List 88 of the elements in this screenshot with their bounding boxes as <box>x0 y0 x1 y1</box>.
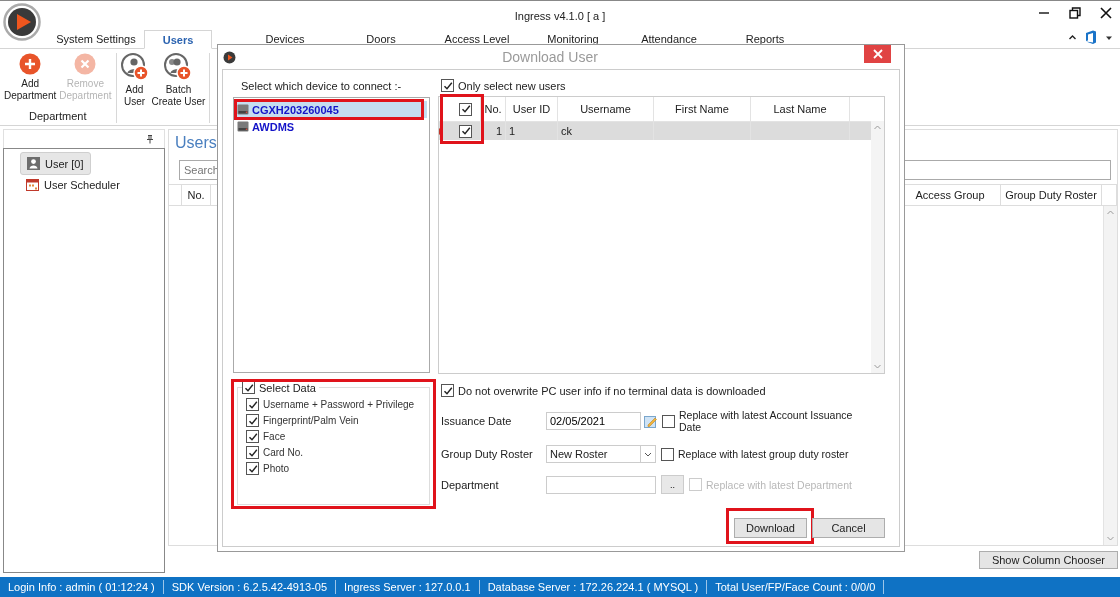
checkbox[interactable] <box>459 124 472 138</box>
download-button[interactable]: Download <box>734 518 807 538</box>
field-label: Issuance Date <box>440 415 513 427</box>
ribbon-tab[interactable]: Access Level <box>429 30 525 48</box>
row-indicator-icon <box>439 127 443 135</box>
column-header[interactable]: Last Name <box>751 97 850 121</box>
checkbox[interactable] <box>246 446 259 459</box>
office-icon[interactable] <box>1085 30 1097 45</box>
department-field[interactable] <box>546 475 656 494</box>
ribbon-button[interactable]: Add Department <box>3 53 58 110</box>
restore-icon[interactable] <box>1069 7 1081 19</box>
remove-icon <box>74 53 97 75</box>
calendar-icon <box>26 179 39 191</box>
logo-icon <box>3 3 41 41</box>
column-chooser-button[interactable]: Show Column Chooser <box>978 550 1118 569</box>
table-cell: 1 <box>506 122 558 140</box>
checkbox[interactable] <box>661 447 674 461</box>
option-label: Face <box>263 431 286 442</box>
option-label: Card No. <box>263 447 303 458</box>
device-item[interactable]: CGXH203260045 <box>236 101 427 118</box>
ribbon-tab[interactable]: Users <box>144 30 212 49</box>
navigation-item[interactable]: User [0] <box>20 152 91 175</box>
column-header[interactable]: Group Duty Roster <box>1001 185 1102 205</box>
checkbox-label: Only select new users <box>458 79 566 92</box>
field-label: Group Duty Roster <box>440 448 534 460</box>
column-header[interactable]: No. <box>481 97 506 121</box>
dropdown-icon[interactable] <box>1105 34 1113 41</box>
ribbon-button[interactable]: Batch Create User <box>150 53 207 123</box>
add-user-icon <box>120 53 149 81</box>
panel-title: Users <box>174 134 218 153</box>
ribbon-tab[interactable]: Devices <box>237 30 333 48</box>
checkbox[interactable] <box>441 384 454 397</box>
device-label: Select which device to connect :- <box>240 79 403 94</box>
window-title: Ingress v4.1.0 [ a ] <box>514 9 606 22</box>
status-item: Login Info : admin ( 01:12:24 ) <box>0 580 164 594</box>
close-icon <box>872 49 883 59</box>
ribbon-button[interactable]: Add User <box>119 53 150 123</box>
close-icon[interactable] <box>1100 7 1112 19</box>
chevron-down-icon[interactable] <box>644 451 652 457</box>
column-header[interactable]: User ID <box>506 97 558 121</box>
cancel-button[interactable]: Cancel <box>812 518 885 538</box>
column-header[interactable]: No. <box>182 185 211 205</box>
checkbox-label: Replace with latest Account Issuance Date <box>679 409 854 433</box>
option-label: Photo <box>263 463 290 474</box>
device-item[interactable]: AWDMS <box>236 118 427 135</box>
table-cell: 1 <box>481 122 506 140</box>
date-field[interactable]: 02/05/2021 <box>546 412 641 430</box>
ribbon-tab[interactable]: Monitoring <box>525 30 621 48</box>
ribbon-tab[interactable]: Doors <box>333 30 429 48</box>
device-icon <box>237 121 249 132</box>
checkbox[interactable] <box>246 398 259 411</box>
checkbox[interactable] <box>662 414 675 428</box>
checkbox[interactable] <box>441 79 454 92</box>
group-label: Department <box>29 110 87 123</box>
browse-button[interactable]: .. <box>661 475 684 494</box>
field-label: Department <box>440 478 500 491</box>
collapse-icon[interactable] <box>1068 33 1077 42</box>
checkbox-label: Do not overwrite PC user info if no terminal data is downloaded <box>458 384 766 397</box>
checkbox-label: Replace with latest group duty roster <box>678 448 849 460</box>
add-users-icon <box>164 53 193 81</box>
close-button[interactable] <box>864 45 891 63</box>
checkbox[interactable] <box>246 462 259 475</box>
ribbon-tab[interactable]: System Settings <box>48 30 144 48</box>
dialog-title: Download User <box>501 49 599 65</box>
ribbon-tab[interactable]: Reports <box>717 30 813 48</box>
calendar-icon[interactable] <box>644 414 657 428</box>
checkbox[interactable] <box>246 414 259 427</box>
ribbon-tab[interactable]: Attendance <box>621 30 717 48</box>
navigation-item[interactable]: User Scheduler <box>20 175 126 195</box>
user-icon <box>27 157 40 170</box>
app-icon <box>223 50 236 64</box>
column-header[interactable]: Username <box>558 97 654 121</box>
option-label: Fingerprint/Palm Vein <box>263 415 359 426</box>
checkbox-label: Replace with latest Department <box>706 478 852 491</box>
status-item: SDK Version : 6.2.5.42-4913-05 <box>163 580 337 594</box>
group-label: Select Data <box>259 381 316 394</box>
status-item: Total User/FP/Face Count : 0/0/0 <box>707 580 885 594</box>
column-header[interactable]: First Name <box>654 97 751 121</box>
checkbox[interactable] <box>246 430 259 443</box>
status-item: Ingress Server : 127.0.0.1 <box>336 580 480 594</box>
add-icon <box>19 53 42 75</box>
device-icon <box>237 104 249 115</box>
dropdown-field[interactable]: New Roster <box>546 445 656 463</box>
checkbox[interactable] <box>459 102 472 116</box>
pin-icon[interactable] <box>146 134 154 144</box>
status-item: Database Server : 172.26.224.1 ( MYSQL ) <box>479 580 708 594</box>
table-cell: ck <box>558 122 654 140</box>
option-label: Username + Password + Privilege <box>263 399 415 410</box>
